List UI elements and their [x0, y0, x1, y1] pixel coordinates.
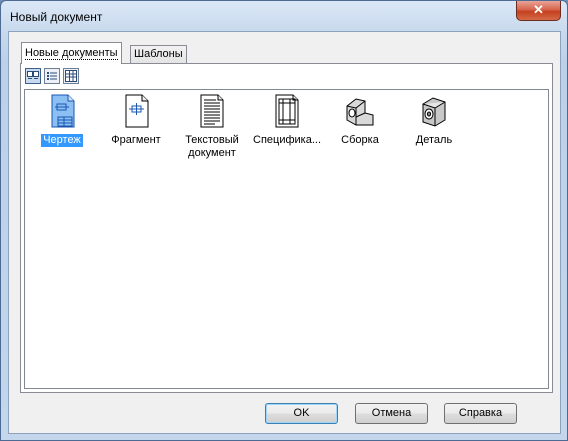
drawing-icon [51, 94, 75, 128]
document-type-list[interactable]: Чертеж Фрагмент Текстовый документ Специ… [24, 89, 549, 389]
cancel-button[interactable]: Отмена [355, 403, 428, 424]
close-icon: ✕ [533, 2, 544, 17]
list-view-button[interactable] [44, 68, 60, 84]
title-bar[interactable]: Новый документ ✕ [1, 1, 567, 31]
list-item-drawing[interactable]: Чертеж [26, 94, 98, 147]
dialog-client-area: Новые документы Шаблоны Чертеж Фрагмент … [8, 31, 561, 434]
list-view-icon [47, 72, 57, 80]
large-icons-view-button[interactable] [25, 68, 41, 84]
list-item-fragment[interactable]: Фрагмент [100, 94, 172, 147]
item-label: Деталь [415, 134, 453, 146]
help-button[interactable]: Справка [444, 403, 517, 424]
item-label: Текстовый документ [185, 134, 239, 159]
tab-panel: Чертеж Фрагмент Текстовый документ Специ… [20, 63, 553, 393]
fragment-icon [125, 94, 149, 128]
tab-templates[interactable]: Шаблоны [130, 45, 187, 64]
list-item-part[interactable]: Деталь [398, 94, 470, 147]
list-item-text-document[interactable]: Текстовый документ [174, 94, 250, 160]
tab-label: Шаблоны [134, 48, 183, 60]
item-label: Сборка [341, 134, 379, 146]
details-view-button[interactable] [63, 68, 79, 84]
ok-button[interactable]: OK [265, 403, 338, 424]
tab-new-documents[interactable]: Новые документы [21, 42, 122, 64]
list-item-assembly[interactable]: Сборка [324, 94, 396, 147]
close-button[interactable]: ✕ [516, 1, 561, 21]
part-icon [422, 97, 446, 127]
dialog-window: Новый документ ✕ Новые документы Шаблоны [0, 0, 568, 441]
window-title: Новый документ [10, 10, 103, 24]
item-label: Фрагмент [111, 134, 161, 146]
text-document-icon [200, 94, 224, 128]
specification-icon [275, 94, 299, 128]
item-label: Специфика... [253, 134, 321, 146]
details-view-icon [65, 70, 77, 82]
list-item-specification[interactable]: Специфика... [250, 94, 324, 147]
large-icons-view-icon [27, 71, 39, 79]
item-label: Чертеж [41, 134, 83, 147]
tab-label: Новые документы [25, 47, 118, 60]
assembly-icon [346, 98, 374, 126]
